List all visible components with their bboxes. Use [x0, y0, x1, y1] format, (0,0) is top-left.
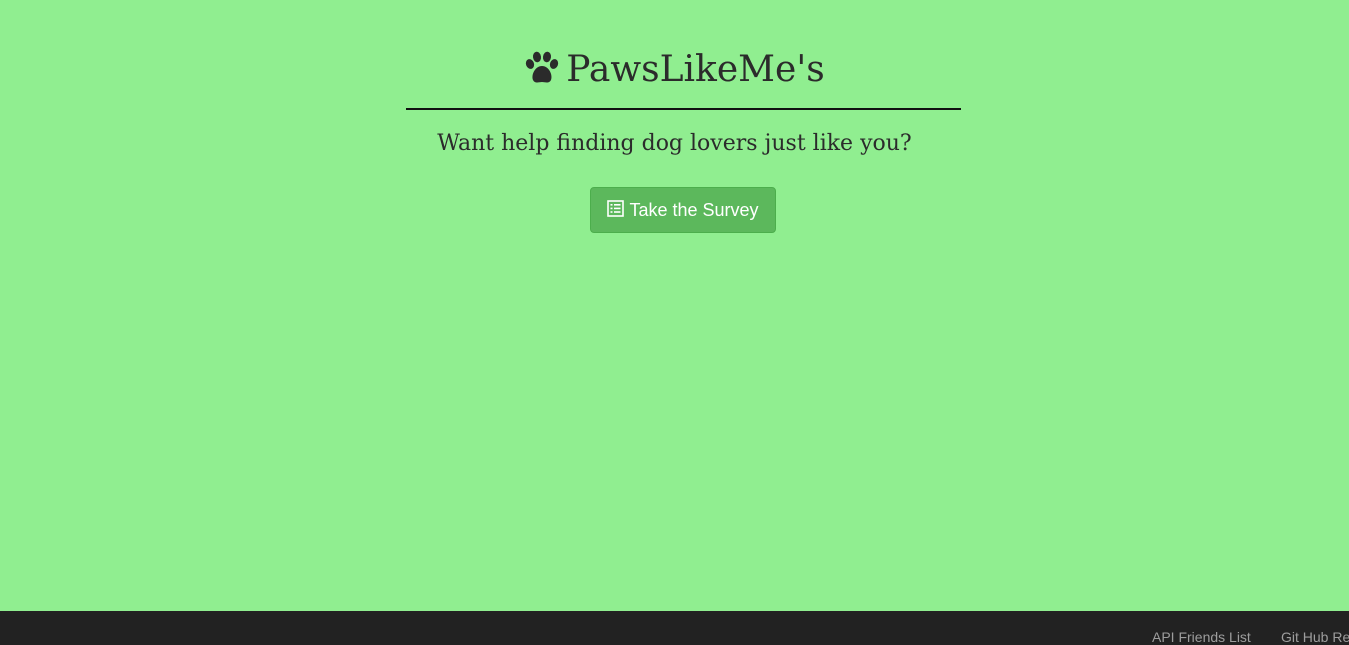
footer-link-api-friends-list[interactable]: API Friends List — [1152, 629, 1251, 645]
page-title-text: PawsLikeMe's — [566, 49, 825, 90]
footer-navbar: API Friends List Git Hub Re — [0, 611, 1349, 645]
page-title: PawsLikeMe's — [0, 46, 1349, 94]
take-survey-button[interactable]: Take the Survey — [590, 187, 776, 233]
footer-link-github-repo[interactable]: Git Hub Re — [1281, 629, 1349, 645]
list-icon — [607, 199, 625, 217]
paw-icon — [526, 51, 559, 83]
take-survey-label: Take the Survey — [629, 199, 759, 220]
title-divider — [406, 108, 961, 110]
page-subtitle: Want help finding dog lovers just like y… — [437, 131, 912, 156]
